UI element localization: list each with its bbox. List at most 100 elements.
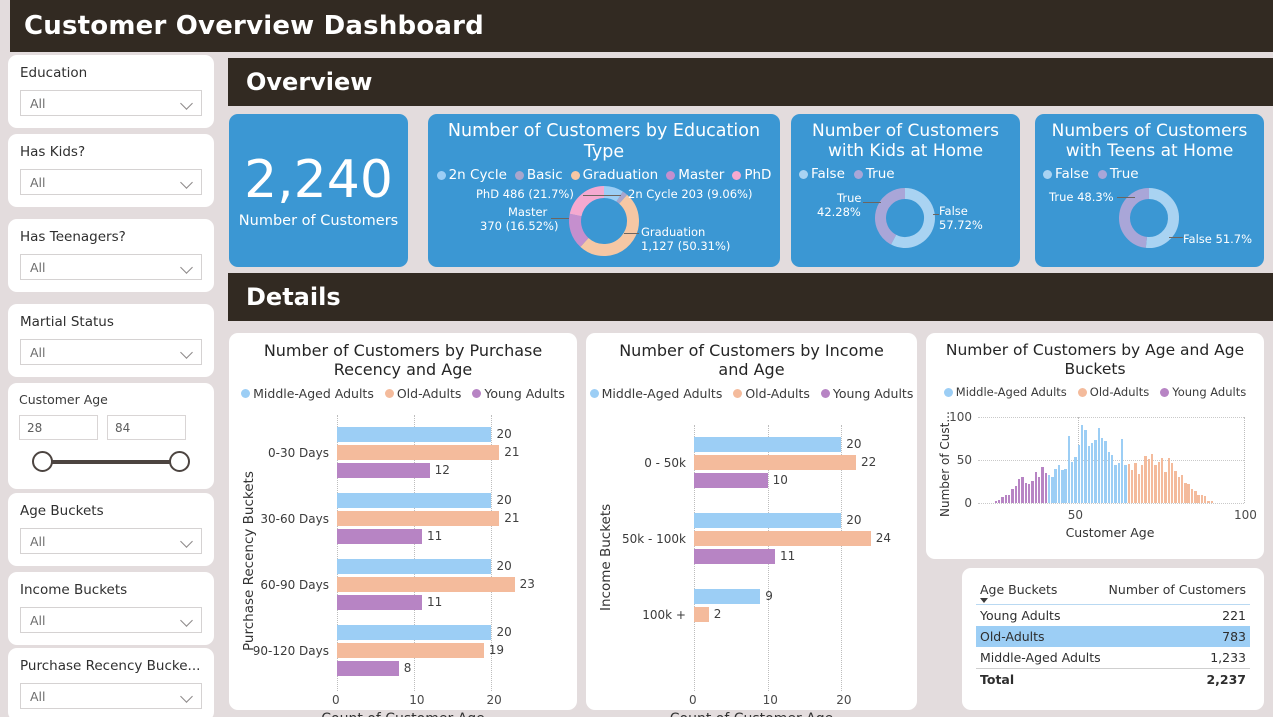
card-purchase-recency-chart[interactable]: Number of Customers by Purchase Recency … [229, 333, 577, 717]
bar[interactable] [694, 513, 842, 529]
histogram-bar[interactable] [1004, 494, 1007, 504]
histogram-bar[interactable] [1111, 455, 1114, 504]
histogram-bar[interactable] [1140, 465, 1144, 504]
bar[interactable] [337, 559, 492, 575]
histogram-bar[interactable] [1210, 501, 1214, 504]
histogram-bar[interactable] [1177, 477, 1180, 504]
histogram-bar[interactable] [1101, 437, 1104, 504]
histogram-bar[interactable] [1137, 473, 1140, 504]
histogram-bar[interactable] [1107, 452, 1111, 504]
table-col-age-buckets[interactable]: Age Buckets [980, 582, 1057, 597]
histogram-bar[interactable] [1094, 439, 1097, 504]
donut-slice[interactable] [1145, 188, 1179, 249]
histogram-bar[interactable] [1081, 424, 1084, 504]
histogram-bar[interactable] [1031, 480, 1034, 504]
bar[interactable] [337, 427, 492, 443]
filter-dropdown[interactable]: All [20, 90, 202, 116]
table-row[interactable]: Young Adults 221 [976, 605, 1250, 626]
histogram-bar[interactable] [1037, 476, 1041, 504]
histogram-bar[interactable] [1117, 462, 1121, 504]
legend-item[interactable]: Old-Adults [733, 386, 810, 401]
histogram-bar[interactable] [1164, 472, 1167, 504]
age-max-input[interactable]: 84 [107, 415, 186, 440]
teens-donut[interactable]: True 48.3% False 51.7% [1035, 182, 1264, 254]
filter-dropdown[interactable]: All [20, 169, 202, 195]
legend-item[interactable]: Middle-Aged Adults [241, 386, 374, 401]
bar[interactable] [337, 595, 422, 611]
legend-item[interactable]: False [1043, 166, 1089, 182]
donut-slice[interactable] [569, 214, 589, 248]
histogram-bar[interactable] [1174, 470, 1177, 504]
histogram-bar[interactable] [1074, 456, 1077, 504]
histogram-bar[interactable] [1001, 497, 1004, 504]
age-range-slider[interactable] [19, 446, 203, 478]
histogram-bar[interactable] [997, 499, 1001, 504]
donut-slice[interactable] [891, 188, 935, 249]
donut-slice[interactable] [875, 188, 906, 245]
histogram-bar[interactable] [994, 500, 998, 504]
bar[interactable] [694, 455, 856, 471]
card-income-chart[interactable]: Number of Customers by Income and Age Mi… [586, 333, 917, 717]
histogram-bar[interactable] [1034, 472, 1037, 504]
bar[interactable] [337, 493, 492, 509]
bar[interactable] [337, 643, 484, 659]
histogram-bar[interactable] [1077, 444, 1081, 504]
donut-slice[interactable] [580, 194, 639, 257]
histogram-bar[interactable] [1180, 474, 1184, 504]
bar[interactable] [337, 445, 500, 461]
table-col-number-of-customers[interactable]: Number of Customers [1109, 582, 1246, 597]
bar[interactable] [694, 549, 775, 565]
legend-item[interactable]: 2n Cycle [436, 167, 507, 183]
bar[interactable] [694, 531, 871, 547]
filter-dropdown[interactable]: All [20, 607, 202, 633]
legend-item[interactable]: Middle-Aged Adults [943, 385, 1067, 399]
histogram-bar[interactable] [1194, 491, 1197, 504]
histogram-bar[interactable] [1204, 496, 1207, 504]
legend-item[interactable]: True [1097, 166, 1139, 182]
legend-item[interactable]: Middle-Aged Adults [589, 386, 722, 401]
histogram-bar[interactable] [1150, 454, 1154, 504]
legend-item[interactable]: Old-Adults [384, 386, 461, 401]
kids-donut[interactable]: True 42.28% False 57.72% [791, 182, 1020, 254]
histogram-bar[interactable] [1160, 458, 1164, 504]
donut-slice[interactable] [616, 191, 628, 205]
legend-item[interactable]: Master [666, 167, 724, 183]
age-min-input[interactable]: 28 [19, 415, 98, 440]
histogram-bar[interactable] [1007, 495, 1011, 504]
histogram-bar[interactable] [1184, 482, 1187, 504]
filter-dropdown[interactable]: All [20, 254, 202, 280]
card-teens-at-home-donut[interactable]: Numbers of Customers with Teens at Home … [1035, 114, 1264, 267]
histogram-bar[interactable] [1051, 477, 1054, 504]
histogram-bar[interactable] [1207, 500, 1210, 504]
bar[interactable] [337, 625, 492, 641]
histogram-bar[interactable] [1021, 477, 1024, 504]
histogram-bar[interactable] [1197, 494, 1200, 504]
bar[interactable] [337, 529, 422, 545]
education-donut[interactable]: 2n Cycle 203 (9.06%) Graduation 1,127 (50.… [428, 183, 780, 261]
card-education-donut[interactable]: Number of Customers by Education Type 2n… [428, 114, 780, 267]
histogram-bar[interactable] [1097, 427, 1101, 504]
histogram-bar[interactable] [1014, 485, 1017, 504]
filter-dropdown[interactable]: All [20, 683, 202, 709]
bar[interactable] [694, 589, 761, 605]
table-row[interactable]: Old-Adults 783 [976, 626, 1250, 647]
bar[interactable] [337, 661, 399, 677]
legend-item[interactable]: False [799, 166, 845, 182]
filter-dropdown[interactable]: All [20, 528, 202, 554]
histogram-bar[interactable] [1057, 465, 1061, 504]
histogram-bar[interactable] [1091, 442, 1094, 504]
histogram-bar[interactable] [1120, 438, 1124, 504]
legend-item[interactable]: Young Adults [1160, 385, 1246, 399]
histogram-bar[interactable] [1017, 479, 1021, 504]
legend-item[interactable]: PhD [732, 167, 771, 183]
histogram-bar[interactable] [1134, 462, 1137, 504]
histogram-bar[interactable] [1124, 465, 1127, 504]
histogram-bar[interactable] [1027, 484, 1031, 504]
bar[interactable] [337, 511, 500, 527]
legend-item[interactable]: Young Adults [820, 386, 913, 401]
card-age-buckets-table[interactable]: Age Buckets Number of Customers Young Ad… [962, 568, 1264, 710]
histogram-bar[interactable] [1200, 495, 1204, 504]
histogram-bar[interactable] [1011, 489, 1014, 504]
slider-handle-min[interactable] [32, 451, 53, 472]
histogram-bar[interactable] [1104, 441, 1107, 504]
